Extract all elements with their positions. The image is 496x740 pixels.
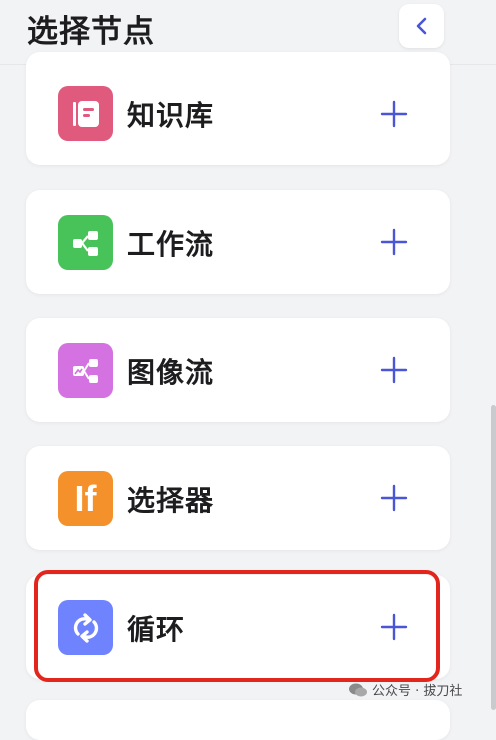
add-icon[interactable]	[380, 484, 408, 512]
scrollbar[interactable]	[491, 405, 496, 710]
page-title: 选择节点	[27, 14, 155, 50]
node-card-selector[interactable]: If 选择器	[26, 446, 450, 550]
loop-icon	[58, 600, 113, 655]
node-card-workflow[interactable]: 工作流	[26, 190, 450, 294]
node-label: 图像流	[127, 356, 215, 389]
node-card-knowledge-base[interactable]: 知识库	[26, 52, 450, 165]
node-label: 选择器	[127, 484, 215, 517]
workflow-icon	[58, 215, 113, 270]
node-label: 循环	[127, 613, 186, 646]
add-icon[interactable]	[380, 613, 408, 641]
node-card-next[interactable]	[26, 700, 450, 740]
node-card-loop[interactable]: 循环	[26, 575, 450, 679]
knowledge-base-icon	[58, 86, 113, 141]
chevron-left-icon	[416, 17, 426, 35]
image-flow-icon	[58, 343, 113, 398]
add-icon[interactable]	[380, 228, 408, 256]
back-button[interactable]	[399, 4, 444, 48]
watermark: 公众号 · 拔刀社	[348, 680, 462, 699]
selector-if-icon: If	[58, 471, 113, 526]
add-icon[interactable]	[380, 100, 408, 128]
wechat-icon	[349, 683, 367, 696]
node-card-image-flow[interactable]: 图像流	[26, 318, 450, 422]
node-label: 知识库	[127, 99, 215, 132]
node-label: 工作流	[127, 228, 215, 261]
add-icon[interactable]	[380, 356, 408, 384]
